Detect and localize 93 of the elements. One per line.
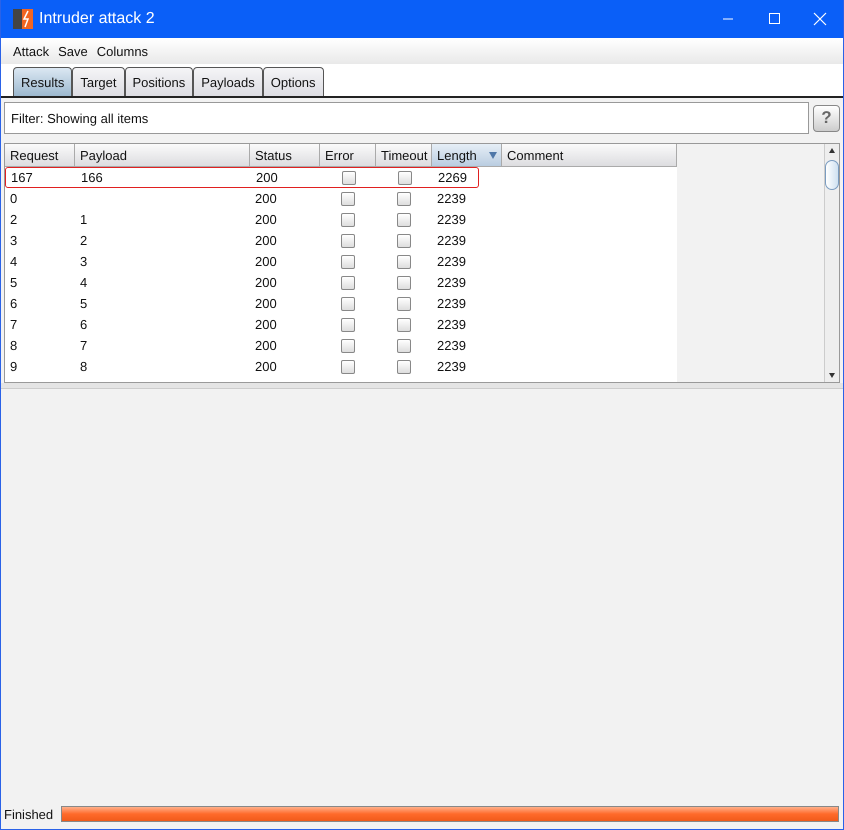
table-cell: 1 (80, 212, 88, 227)
table-cell: 2239 (437, 254, 466, 269)
checkbox[interactable] (398, 170, 412, 184)
table-cell: 2239 (437, 212, 466, 227)
table-row[interactable]: 7 6 200 2239 (5, 314, 677, 335)
table-cell: 6 (10, 296, 18, 311)
checkbox[interactable] (341, 192, 355, 206)
table-row[interactable]: 0 200 2239 (5, 188, 677, 209)
table-cell: 2239 (437, 338, 466, 353)
table-cell: 8 (10, 338, 18, 353)
table-cell: 2 (10, 212, 18, 227)
table-cell: 200 (255, 254, 277, 269)
table-row[interactable]: 4 3 200 2239 (5, 251, 677, 272)
table-cell: 200 (255, 317, 277, 332)
table-cell: 200 (256, 170, 278, 185)
column-header[interactable]: Length (432, 144, 502, 167)
table-cell: 2239 (437, 233, 466, 248)
checkbox[interactable] (341, 234, 355, 248)
sort-descending-icon (489, 152, 497, 158)
table-row[interactable]: 167 166 200 2269 (5, 167, 479, 188)
window-title: Intruder attack 2 (39, 10, 156, 28)
table-cell: 8 (80, 359, 88, 374)
column-header[interactable]: Timeout (376, 144, 432, 167)
table-row[interactable]: 3 2 200 2239 (5, 230, 677, 251)
table-cell: 5 (10, 275, 18, 290)
scroll-thumb[interactable] (825, 160, 839, 190)
table-cell: 200 (255, 233, 277, 248)
table-cell: 2239 (437, 359, 466, 374)
table-cell: 166 (81, 170, 103, 185)
table-cell: 2 (80, 233, 88, 248)
checkbox[interactable] (397, 318, 411, 332)
tab[interactable]: Results (13, 67, 72, 96)
column-header[interactable]: Error (320, 144, 376, 167)
table-cell: 3 (80, 254, 88, 269)
table-cell: 5 (80, 296, 88, 311)
table-row[interactable]: 2 1 200 2239 (5, 209, 677, 230)
table-cell: 200 (255, 212, 277, 227)
table-row[interactable]: 5 4 200 2239 (5, 272, 677, 293)
status-text: Finished (4, 806, 54, 822)
table-cell: 3 (10, 233, 18, 248)
table-cell: 2239 (437, 317, 466, 332)
table-cell: 9 (10, 359, 18, 374)
menu-item[interactable]: Save (58, 44, 88, 58)
table-cell: 200 (255, 359, 277, 374)
checkbox[interactable] (341, 212, 355, 226)
checkbox[interactable] (341, 296, 355, 310)
tab[interactable]: Options (262, 67, 324, 96)
table-cell: 0 (10, 191, 18, 206)
table-cell: 167 (11, 170, 33, 185)
column-header[interactable]: Request (5, 144, 75, 167)
table-row[interactable]: 9 8 200 2239 (5, 356, 677, 377)
table-cell: 6 (80, 317, 88, 332)
checkbox[interactable] (397, 192, 411, 206)
checkbox[interactable] (397, 234, 411, 248)
tab[interactable]: Target (72, 67, 124, 96)
table-cell: 200 (255, 191, 277, 206)
tab[interactable]: Payloads (193, 67, 263, 96)
filter-bar[interactable]: Filter: Showing all items (4, 102, 809, 134)
table-cell: 4 (80, 275, 88, 290)
table-cell: 7 (10, 317, 18, 332)
checkbox[interactable] (397, 212, 411, 226)
table-cell: 2239 (437, 296, 466, 311)
checkbox[interactable] (397, 338, 411, 352)
table-cell: 200 (255, 275, 277, 290)
table-row[interactable]: 6 5 200 2239 (5, 293, 677, 314)
tab[interactable]: Positions (124, 67, 194, 96)
checkbox[interactable] (397, 276, 411, 290)
menu-item[interactable]: Attack (13, 44, 50, 58)
column-header[interactable]: Payload (75, 144, 250, 167)
checkbox[interactable] (342, 170, 356, 184)
table-cell: 200 (255, 338, 277, 353)
checkbox[interactable] (397, 296, 411, 310)
table-cell: 2269 (438, 170, 467, 185)
checkbox[interactable] (341, 254, 355, 268)
table-cell: 2239 (437, 191, 466, 206)
column-header[interactable]: Status (250, 144, 320, 167)
table-row[interactable]: 8 7 200 2239 (5, 335, 677, 356)
table-cell: 200 (255, 296, 277, 311)
checkbox[interactable] (341, 276, 355, 290)
scrollbar[interactable] (824, 144, 839, 382)
table-cell: 4 (10, 254, 18, 269)
menu-item[interactable]: Columns (96, 44, 148, 58)
checkbox[interactable] (397, 254, 411, 268)
checkbox[interactable] (397, 360, 411, 374)
column-header[interactable]: Comment (502, 144, 677, 167)
help-button[interactable]: ? (813, 104, 840, 132)
checkbox[interactable] (341, 360, 355, 374)
checkbox[interactable] (341, 338, 355, 352)
table-cell: 7 (80, 338, 88, 353)
app-icon (13, 8, 33, 30)
checkbox[interactable] (341, 318, 355, 332)
table-cell: 2239 (437, 275, 466, 290)
split-handle[interactable] (1, 383, 843, 389)
